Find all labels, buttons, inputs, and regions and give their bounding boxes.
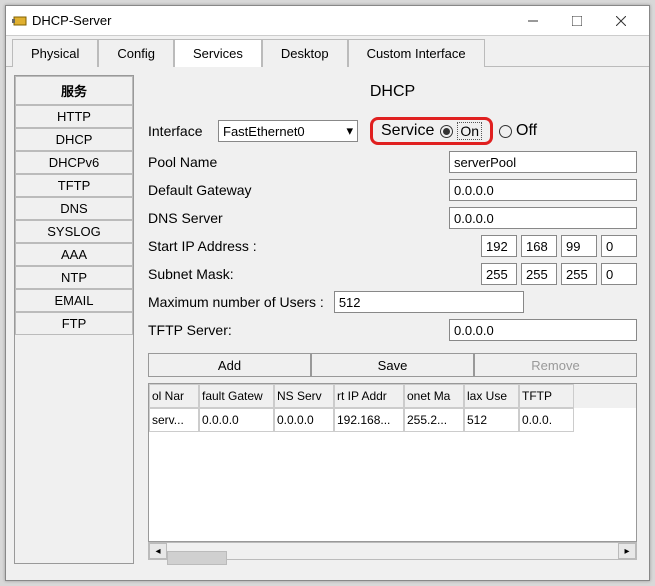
th-gateway[interactable]: fault Gatew bbox=[199, 384, 274, 408]
dns-label: DNS Server bbox=[148, 210, 348, 226]
th-pool-name[interactable]: ol Nar bbox=[149, 384, 199, 408]
sidebar-item-ntp[interactable]: NTP bbox=[15, 266, 133, 289]
application-window: DHCP-Server Physical Config Services Des… bbox=[5, 5, 650, 581]
tab-content: 服务 HTTP DHCP DHCPv6 TFTP DNS SYSLOG AAA … bbox=[6, 66, 649, 572]
sidebar-item-dns[interactable]: DNS bbox=[15, 197, 133, 220]
maximize-button[interactable] bbox=[555, 7, 599, 35]
sidebar-item-tftp[interactable]: TFTP bbox=[15, 174, 133, 197]
sidebar-item-email[interactable]: EMAIL bbox=[15, 289, 133, 312]
remove-button[interactable]: Remove bbox=[474, 353, 637, 377]
cell-dns: 0.0.0.0 bbox=[274, 408, 334, 432]
sidebar-item-aaa[interactable]: AAA bbox=[15, 243, 133, 266]
interface-label: Interface bbox=[148, 123, 218, 139]
tab-custom-interface[interactable]: Custom Interface bbox=[348, 39, 485, 67]
save-button[interactable]: Save bbox=[311, 353, 474, 377]
start-ip-label: Start IP Address : bbox=[148, 238, 348, 254]
main-panel: DHCP Interface FastEthernet0 ▾ Service O… bbox=[144, 75, 641, 564]
window-title: DHCP-Server bbox=[32, 13, 111, 28]
minimize-button[interactable] bbox=[511, 7, 555, 35]
radio-off[interactable]: Off bbox=[499, 122, 537, 140]
th-start-ip[interactable]: rt IP Addr bbox=[334, 384, 404, 408]
interface-value: FastEthernet0 bbox=[223, 124, 305, 139]
scroll-thumb[interactable] bbox=[167, 551, 227, 565]
tab-desktop[interactable]: Desktop bbox=[262, 39, 348, 67]
service-label: Service bbox=[381, 122, 434, 140]
interface-select[interactable]: FastEthernet0 ▾ bbox=[218, 120, 358, 142]
sidebar-item-ftp[interactable]: FTP bbox=[15, 312, 133, 335]
th-subnet[interactable]: onet Ma bbox=[404, 384, 464, 408]
table-row[interactable]: serv... 0.0.0.0 0.0.0.0 192.168... 255.2… bbox=[149, 408, 636, 432]
pool-table: ol Nar fault Gatew NS Serv rt IP Addr on… bbox=[148, 383, 637, 542]
services-sidebar: 服务 HTTP DHCP DHCPv6 TFTP DNS SYSLOG AAA … bbox=[14, 75, 134, 564]
tftp-row: TFTP Server: bbox=[148, 319, 637, 341]
tftp-input[interactable] bbox=[449, 319, 637, 341]
th-tftp[interactable]: TFTP bbox=[519, 384, 574, 408]
interface-row: Interface FastEthernet0 ▾ Service On bbox=[148, 117, 637, 145]
cell-pool-name: serv... bbox=[149, 408, 199, 432]
subnet-3[interactable] bbox=[561, 263, 597, 285]
cell-subnet: 255.2... bbox=[404, 408, 464, 432]
start-ip-3[interactable] bbox=[561, 235, 597, 257]
th-dns[interactable]: NS Serv bbox=[274, 384, 334, 408]
radio-on-icon bbox=[440, 125, 453, 138]
start-ip-4[interactable] bbox=[601, 235, 637, 257]
sidebar-item-dhcp[interactable]: DHCP bbox=[15, 128, 133, 151]
sidebar-item-syslog[interactable]: SYSLOG bbox=[15, 220, 133, 243]
start-ip-1[interactable] bbox=[481, 235, 517, 257]
max-users-input[interactable] bbox=[334, 291, 524, 313]
subnet-1[interactable] bbox=[481, 263, 517, 285]
subnet-2[interactable] bbox=[521, 263, 557, 285]
pool-name-label: Pool Name bbox=[148, 154, 348, 170]
highlight-box: Service On bbox=[370, 117, 493, 145]
start-ip-row: Start IP Address : bbox=[148, 235, 637, 257]
max-users-label: Maximum number of Users : bbox=[148, 294, 324, 310]
tftp-label: TFTP Server: bbox=[148, 322, 348, 338]
sidebar-item-http[interactable]: HTTP bbox=[15, 105, 133, 128]
subnet-4[interactable] bbox=[601, 263, 637, 285]
app-icon bbox=[12, 13, 28, 29]
chevron-down-icon: ▾ bbox=[346, 123, 353, 139]
start-ip-group bbox=[481, 235, 637, 257]
cell-gateway: 0.0.0.0 bbox=[199, 408, 274, 432]
gateway-label: Default Gateway bbox=[148, 182, 348, 198]
cell-max: 512 bbox=[464, 408, 519, 432]
th-max[interactable]: lax Use bbox=[464, 384, 519, 408]
horizontal-scrollbar[interactable]: ◂ ▸ bbox=[148, 542, 637, 560]
pool-name-input[interactable] bbox=[449, 151, 637, 173]
gateway-input[interactable] bbox=[449, 179, 637, 201]
scroll-left-button[interactable]: ◂ bbox=[149, 543, 167, 559]
scroll-right-button[interactable]: ▸ bbox=[618, 543, 636, 559]
on-label: On bbox=[457, 122, 482, 140]
sidebar-header: 服务 bbox=[15, 76, 133, 105]
window-controls bbox=[511, 7, 643, 35]
sidebar-item-dhcpv6[interactable]: DHCPv6 bbox=[15, 151, 133, 174]
radio-on[interactable]: On bbox=[440, 122, 482, 140]
dns-row: DNS Server bbox=[148, 207, 637, 229]
off-label: Off bbox=[516, 122, 537, 140]
radio-off-icon bbox=[499, 125, 512, 138]
service-toggle: Service On Off bbox=[370, 117, 537, 145]
subnet-label: Subnet Mask: bbox=[148, 266, 348, 282]
subnet-row: Subnet Mask: bbox=[148, 263, 637, 285]
add-button[interactable]: Add bbox=[148, 353, 311, 377]
start-ip-2[interactable] bbox=[521, 235, 557, 257]
title-bar: DHCP-Server bbox=[6, 6, 649, 36]
tab-services[interactable]: Services bbox=[174, 39, 262, 67]
gateway-row: Default Gateway bbox=[148, 179, 637, 201]
tab-bar: Physical Config Services Desktop Custom … bbox=[6, 36, 649, 66]
subnet-group bbox=[481, 263, 637, 285]
cell-tftp: 0.0.0. bbox=[519, 408, 574, 432]
pool-name-row: Pool Name bbox=[148, 151, 637, 173]
tab-config[interactable]: Config bbox=[98, 39, 174, 67]
close-button[interactable] bbox=[599, 7, 643, 35]
panel-title: DHCP bbox=[148, 83, 637, 101]
table-header: ol Nar fault Gatew NS Serv rt IP Addr on… bbox=[149, 384, 636, 408]
tab-physical[interactable]: Physical bbox=[12, 39, 98, 67]
dns-input[interactable] bbox=[449, 207, 637, 229]
max-users-row: Maximum number of Users : bbox=[148, 291, 637, 313]
button-row: Add Save Remove bbox=[148, 353, 637, 377]
cell-start-ip: 192.168... bbox=[334, 408, 404, 432]
